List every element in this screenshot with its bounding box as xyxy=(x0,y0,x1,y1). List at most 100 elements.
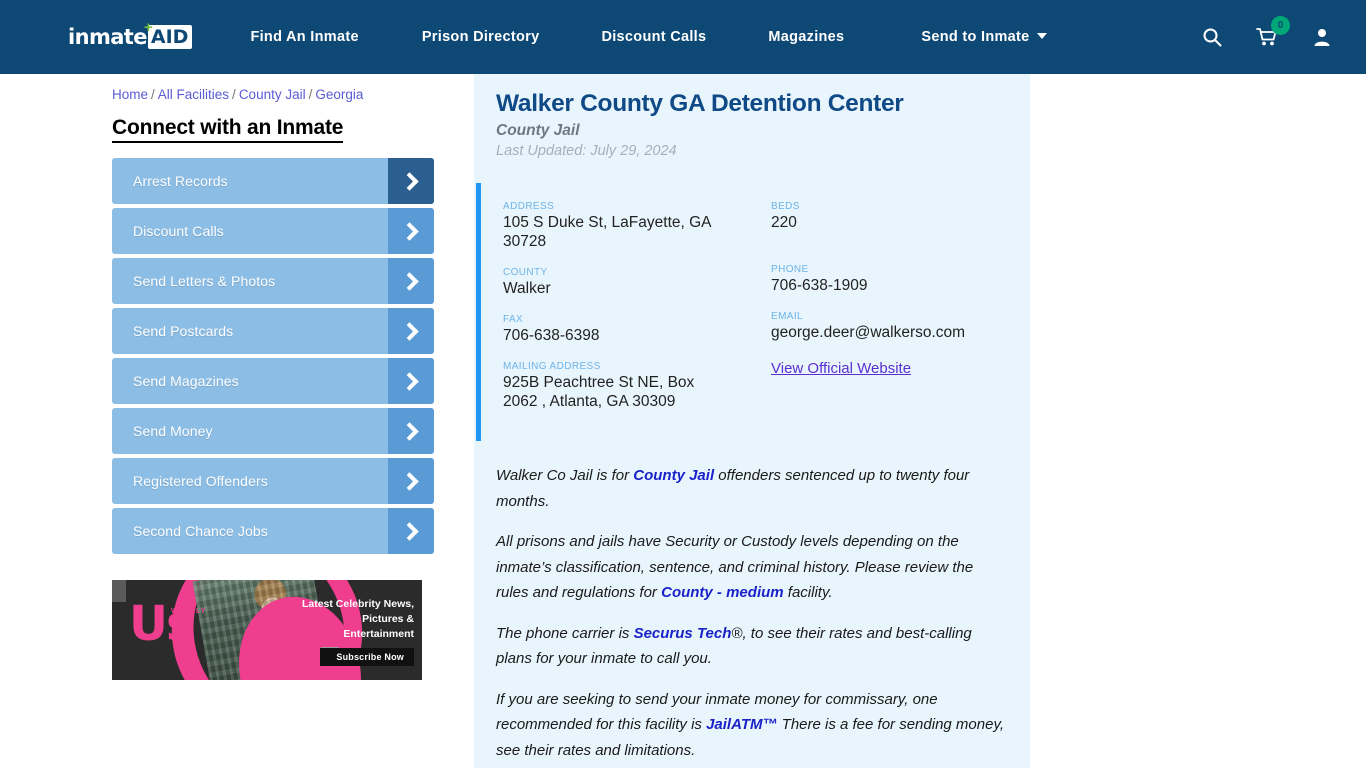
facility-info-left-column: ADDRESS 105 S Duke St, LaFayette, GA 307… xyxy=(503,201,771,427)
advertisement-banner[interactable]: Us WEEKLY Latest Celebrity News, Picture… xyxy=(112,580,422,680)
sidebar-item-arrest-records[interactable]: Arrest Records xyxy=(112,158,434,204)
chevron-right-icon xyxy=(388,258,434,304)
logo-word: inmate xyxy=(68,25,147,49)
county-value: Walker xyxy=(503,280,551,297)
chevron-right-icon xyxy=(388,408,434,454)
nav-item-find-an-inmate[interactable]: Find An Inmate xyxy=(250,23,358,51)
logo-plus-icon: + xyxy=(144,19,153,36)
highlighted-term: County - medium xyxy=(661,584,784,601)
nav-label: Find An Inmate xyxy=(250,29,359,45)
highlighted-term: Securus Tech xyxy=(633,624,732,642)
breadcrumb-item-all-facilities[interactable]: All Facilities xyxy=(158,87,229,102)
text-run: The phone carrier is xyxy=(496,624,634,642)
account-button[interactable] xyxy=(1312,27,1332,47)
nav-label: Send to Inmate xyxy=(921,29,1030,45)
breadcrumb-item-georgia[interactable]: Georgia xyxy=(315,87,363,102)
chevron-right-icon xyxy=(388,208,434,254)
official-website-link[interactable]: View Official Website xyxy=(771,360,911,377)
sidebar-item-label: Discount Calls xyxy=(133,223,224,239)
site-logo[interactable]: inmate + AID xyxy=(68,19,193,52)
beds-label: BEDS xyxy=(771,201,800,212)
site-header: inmate + AID Find An Inmate Prison Direc… xyxy=(0,0,1366,74)
sidebar-item-label: Arrest Records xyxy=(133,173,228,189)
nav-item-prison-directory[interactable]: Prison Directory xyxy=(422,23,540,51)
ad-brand-suffix: WEEKLY xyxy=(171,608,207,615)
ad-corner-block xyxy=(112,580,126,602)
left-column: Home / All Facilities / County Jail / Georgia … xyxy=(112,74,452,680)
text-run: facility. xyxy=(783,584,833,601)
sidebar-item-send-letters-photos[interactable]: Send Letters & Photos xyxy=(112,258,434,304)
chevron-down-icon xyxy=(1036,33,1047,39)
sidebar-item-label: Send Postcards xyxy=(133,323,234,339)
breadcrumb: Home / All Facilities / County Jail / Georgia xyxy=(112,74,452,102)
page-body: Home / All Facilities / County Jail / Georgia … xyxy=(0,74,1366,768)
sidebar-item-label: Registered Offenders xyxy=(133,473,268,489)
paragraph: The phone carrier is Securus Tech®, to s… xyxy=(496,621,1008,672)
facility-info-box: ADDRESS 105 S Duke St, LaFayette, GA 307… xyxy=(476,183,1030,441)
ad-headline: Latest Celebrity News, Pictures & Entert… xyxy=(301,598,414,640)
facility-description: Walker Co Jail is for County Jail offend… xyxy=(474,463,1030,763)
breadcrumb-item-county-jail[interactable]: County Jail xyxy=(239,87,306,102)
sidebar-item-label: Send Magazines xyxy=(133,373,239,389)
search-icon xyxy=(1203,28,1222,47)
email-value: george.deer@walkerso.com xyxy=(771,324,966,341)
sidebar-item-label: Send Letters & Photos xyxy=(133,273,276,289)
breadcrumb-separator: / xyxy=(151,87,155,102)
breadcrumb-item-home[interactable]: Home xyxy=(112,87,148,102)
cart-count-badge: 0 xyxy=(1271,16,1290,35)
nav-label: Prison Directory xyxy=(421,29,540,45)
address-label: ADDRESS xyxy=(503,201,555,212)
user-account-icon xyxy=(1314,29,1330,46)
logo-aid: AID xyxy=(147,25,193,49)
highlighted-term: County Jail xyxy=(633,467,715,484)
phone-value: 706-638-1909 xyxy=(771,277,868,294)
chevron-right-icon xyxy=(388,358,434,404)
breadcrumb-separator: / xyxy=(308,87,313,102)
facility-panel: Walker County GA Detention Center County… xyxy=(474,74,1030,768)
header-icon-group: 0 xyxy=(1202,16,1342,47)
sidebar-heading: Connect with an Inmate xyxy=(112,116,343,143)
nav-label: Magazines xyxy=(768,29,845,45)
nav-item-magazines[interactable]: Magazines xyxy=(768,23,844,51)
main-navigation: Find An Inmate Prison Directory Discount… xyxy=(250,23,1202,51)
search-button[interactable] xyxy=(1202,27,1222,47)
beds-value: 220 xyxy=(771,214,797,231)
sidebar-item-label: Second Chance Jobs xyxy=(133,523,268,539)
cart-button[interactable]: 0 xyxy=(1256,16,1290,47)
county-label: COUNTY xyxy=(503,267,548,278)
sidebar-item-label: Send Money xyxy=(133,423,213,439)
page-title: Walker County GA Detention Center xyxy=(496,90,904,117)
sidebar-item-discount-calls[interactable]: Discount Calls xyxy=(112,208,434,254)
chevron-right-icon xyxy=(388,308,434,354)
paragraph: Walker Co Jail is for County Jail offend… xyxy=(496,463,1008,514)
facility-type: County Jail xyxy=(496,122,580,139)
highlighted-term: JailATM™ xyxy=(706,716,778,733)
fax-value: 706-638-6398 xyxy=(503,327,600,344)
mailing-address-label: MAILING ADDRESS xyxy=(503,361,601,372)
mailing-address-value: 925B Peachtree St NE, Box 2062 , Atlanta… xyxy=(503,374,695,410)
sidebar-item-send-money[interactable]: Send Money xyxy=(112,408,434,454)
email-label: EMAIL xyxy=(771,311,804,322)
paragraph: All prisons and jails have Security or C… xyxy=(496,529,1008,606)
sidebar-item-send-magazines[interactable]: Send Magazines xyxy=(112,358,434,404)
address-value: 105 S Duke St, LaFayette, GA 30728 xyxy=(503,214,711,250)
sidebar-item-second-chance-jobs[interactable]: Second Chance Jobs xyxy=(112,508,434,554)
facility-info-right-column: BEDS 220 PHONE 706-638-1909 EMAIL george… xyxy=(771,201,1021,427)
nav-label: Discount Calls xyxy=(601,29,707,45)
paragraph: If you are seeking to send your inmate m… xyxy=(496,687,1008,764)
sidebar-item-send-postcards[interactable]: Send Postcards xyxy=(112,308,434,354)
ad-subscribe-button[interactable]: Subscribe Now xyxy=(320,648,414,666)
nav-item-discount-calls[interactable]: Discount Calls xyxy=(601,23,706,51)
last-updated: Last Updated: July 29, 2024 xyxy=(496,143,677,159)
chevron-right-icon xyxy=(388,158,434,204)
chevron-right-icon xyxy=(388,458,434,504)
fax-label: FAX xyxy=(503,314,524,325)
text-run: Walker Co Jail is for xyxy=(496,467,634,484)
chevron-right-icon xyxy=(388,508,434,554)
phone-label: PHONE xyxy=(771,264,809,275)
sidebar-item-registered-offenders[interactable]: Registered Offenders xyxy=(112,458,434,504)
sidebar-menu: Arrest Records Discount Calls Send Lette… xyxy=(112,158,434,554)
nav-item-send-to-inmate[interactable]: Send to Inmate xyxy=(921,23,1047,51)
breadcrumb-separator: / xyxy=(232,87,236,102)
